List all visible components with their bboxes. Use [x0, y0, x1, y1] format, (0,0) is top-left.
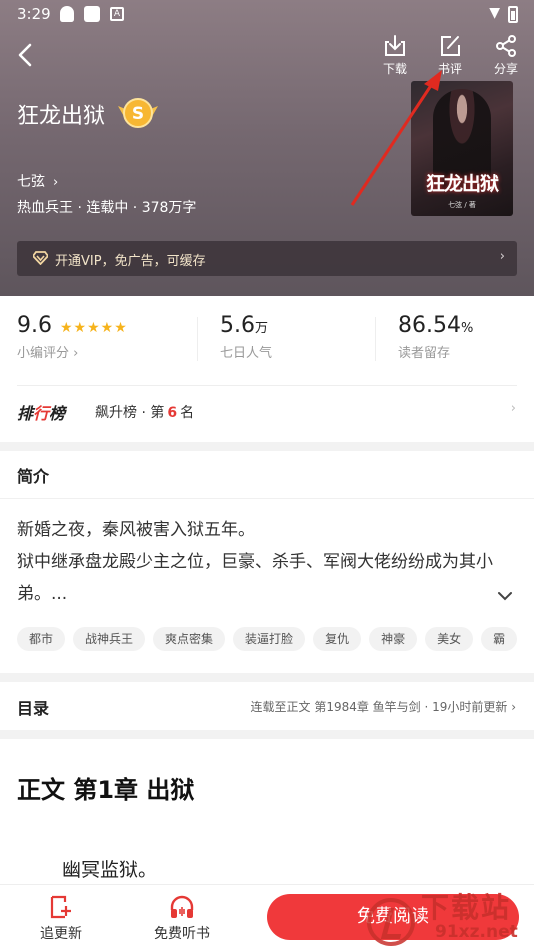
retention-label: 读者留存 — [398, 346, 451, 361]
retention-value: 86.54 — [398, 313, 461, 338]
book-title: 狂龙出狱 — [17, 104, 106, 129]
tag[interactable]: 装逼打脸 — [233, 627, 306, 651]
toc-latest: 连载至正文 第1984章 鱼竿与剑 · 19小时前更新 › — [250, 700, 517, 714]
retention-unit: % — [460, 321, 474, 336]
tag-list: 都市 战神兵王 爽点密集 装逼打脸 复仇 神豪 美女霸 — [17, 627, 534, 651]
headphones-icon — [170, 895, 194, 918]
divider — [197, 317, 198, 361]
tag[interactable]: 爽点密集 — [153, 627, 226, 651]
toc-row[interactable]: 目录 连载至正文 第1984章 鱼竿与剑 · 19小时前更新 › — [0, 682, 534, 730]
share-icon — [496, 35, 516, 57]
download-icon — [385, 35, 405, 56]
popularity-unit: 万 — [255, 321, 269, 336]
review-button[interactable]: 书评 — [430, 34, 470, 77]
bookmark-add-icon — [50, 895, 71, 919]
listen-button[interactable]: 免费听书 — [137, 894, 227, 943]
tag[interactable]: 霸 — [481, 627, 518, 651]
chevron-right-icon: › — [53, 175, 59, 190]
retention-stat: 86.54% 读者留存 — [398, 313, 473, 361]
divider — [375, 317, 376, 361]
stats-card: 9.6 小编评分 › ★★★★★ 5.6万 七日人气 86.54% 读者留存 排… — [0, 296, 534, 442]
book-cover[interactable]: 狂龙出狱 七弦 / 著 — [411, 81, 513, 216]
book-meta: 热血兵王 · 连载中 · 378万字 — [17, 200, 197, 216]
review-label: 书评 — [437, 62, 462, 76]
notification-icon: A — [110, 7, 124, 21]
cover-author: 七弦 / 著 — [448, 201, 476, 209]
edit-icon — [441, 36, 460, 56]
notification-icon — [84, 6, 100, 22]
chapter-text: 幽冥监狱。 — [62, 859, 158, 881]
vip-text: 开通VIP，免广告，可缓存 — [55, 254, 206, 269]
rating-label: 小编评分 › — [17, 346, 79, 361]
follow-updates-button[interactable]: 追更新 — [16, 894, 106, 943]
ranking-row[interactable]: 排行榜 飙升榜 · 第6名 › — [0, 386, 534, 436]
popularity-stat: 5.6万 七日人气 — [220, 313, 272, 361]
wifi-icon: ▼ — [489, 5, 500, 21]
intro-line: 狱中继承盘龙殿少主之位，巨豪、杀手、军阀大佬纷纷成为其小弟。... — [17, 552, 493, 604]
ranking-position: 飙升榜 · 第6名 — [95, 405, 195, 421]
author-link[interactable]: 七弦 › — [17, 171, 58, 191]
ranking-title: 排行榜 — [17, 404, 66, 423]
tag[interactable]: 战神兵王 — [73, 627, 146, 651]
listen-label: 免费听书 — [154, 926, 210, 942]
expand-button[interactable] — [497, 589, 513, 605]
back-button[interactable] — [14, 42, 38, 68]
chevron-right-icon: › — [510, 401, 516, 416]
status-time: 3:29 — [17, 5, 51, 23]
intro-text: 新婚之夜，秦风被害入狱五年。 狱中继承盘龙殿少主之位，巨豪、杀手、军阀大佬纷纷成… — [17, 514, 507, 610]
intro-heading: 简介 — [17, 467, 50, 486]
bottom-bar: 追更新 免费听书 免费阅读 — [0, 884, 534, 950]
tag[interactable]: 神豪 — [369, 627, 418, 651]
popularity-label: 七日人气 — [220, 346, 273, 361]
battery-icon — [508, 6, 518, 23]
intro-card: 简介 新婚之夜，秦风被害入狱五年。 狱中继承盘龙殿少主之位，巨豪、杀手、军阀大佬… — [0, 451, 534, 673]
chevron-left-icon — [18, 43, 32, 67]
share-label: 分享 — [493, 62, 518, 76]
diamond-icon — [33, 251, 48, 265]
rating-stars: ★★★★★ — [60, 320, 128, 336]
free-read-button[interactable]: 免费阅读 — [267, 894, 519, 940]
author-name: 七弦 — [17, 174, 45, 190]
download-label: 下载 — [382, 62, 407, 76]
tag[interactable]: 美女 — [425, 627, 474, 651]
share-button[interactable]: 分享 — [486, 34, 526, 77]
chevron-right-icon: › — [499, 249, 505, 264]
toc-heading: 目录 — [17, 699, 50, 718]
notification-icon — [60, 6, 74, 22]
vip-banner[interactable]: 开通VIP，免广告，可缓存 › — [17, 241, 517, 276]
tag[interactable]: 复仇 — [313, 627, 362, 651]
cover-title: 狂龙出狱 — [425, 173, 499, 195]
chapter-title: 正文 第1章 出狱 — [17, 776, 195, 804]
intro-line: 新婚之夜，秦风被害入狱五年。 — [17, 520, 255, 540]
s-rank-badge-icon: S — [118, 98, 158, 128]
book-header: 3:29 A ▼ 下载 书评 分享 狂龙出狱 S 七弦 › 热血兵王 · 连载中 … — [0, 0, 534, 296]
tag[interactable]: 都市 — [17, 627, 66, 651]
download-button[interactable]: 下载 — [375, 34, 415, 77]
popularity-value: 5.6 — [220, 313, 255, 338]
chapter-preview[interactable]: 正文 第1章 出狱 幽冥监狱。 — [0, 739, 534, 884]
svg-text:S: S — [132, 104, 144, 124]
chevron-down-icon — [498, 592, 512, 601]
follow-label: 追更新 — [40, 926, 82, 942]
divider — [0, 498, 534, 499]
status-bar: 3:29 A ▼ — [0, 0, 534, 28]
